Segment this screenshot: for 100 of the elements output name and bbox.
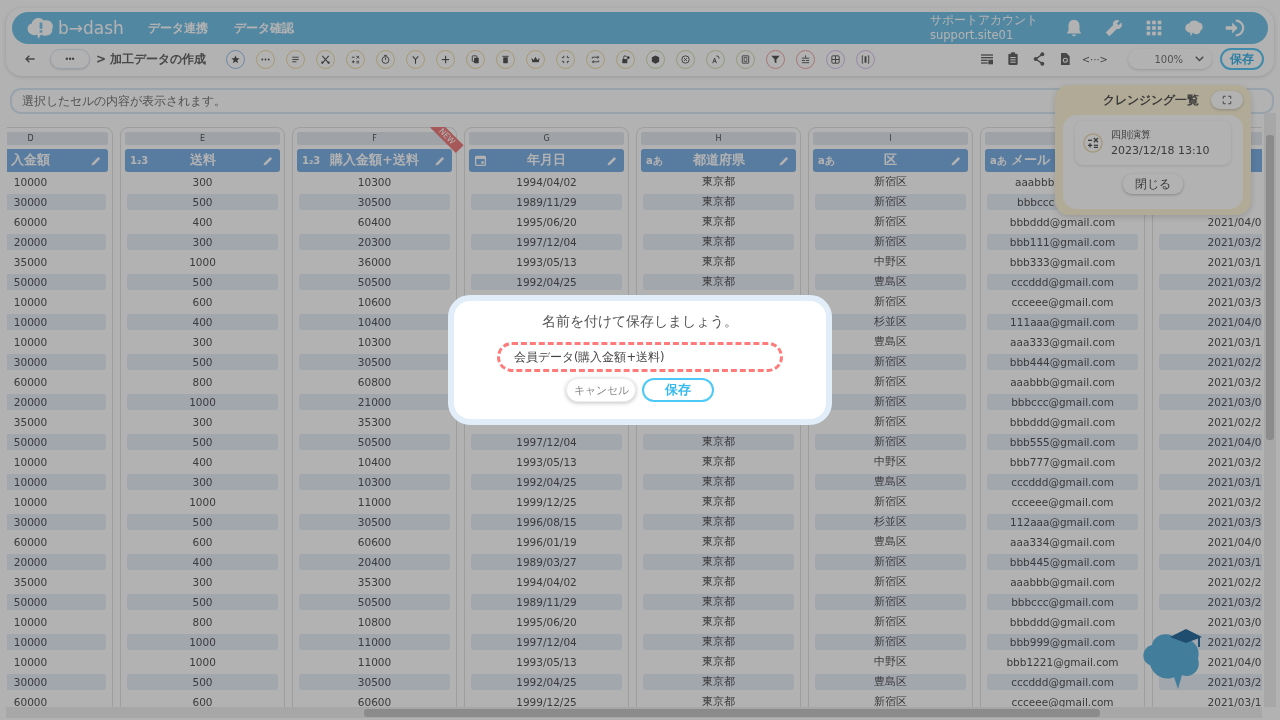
pencil-icon[interactable] [606, 154, 618, 167]
table-cell[interactable]: 2021/03/0 [1207, 616, 1262, 628]
table-cell[interactable]: 2021/02/2 [1207, 576, 1262, 588]
table-cell[interactable]: 杉並区 [874, 515, 907, 529]
code-view-button[interactable]: <···> [1081, 53, 1108, 65]
pencil-icon[interactable] [434, 154, 446, 167]
table-cell[interactable]: 2021/03/1 [1207, 336, 1262, 348]
pencil-icon[interactable] [778, 154, 790, 167]
table-cell[interactable]: 300 [192, 236, 213, 248]
tool-button[interactable] [526, 49, 546, 69]
table-cell[interactable]: 中野区 [874, 655, 907, 669]
table-cell[interactable]: 300 [192, 176, 213, 188]
table-cell[interactable]: 20400 [357, 556, 392, 568]
table-cell[interactable]: 300 [192, 476, 213, 488]
table-cell[interactable]: 600 [192, 696, 213, 707]
tool-button[interactable] [766, 49, 786, 69]
table-cell[interactable]: 東京都 [702, 435, 735, 449]
table-cell[interactable]: aaabbb [1015, 176, 1055, 188]
table-cell[interactable]: 新宿区 [874, 355, 907, 369]
table-cell[interactable]: 東京都 [702, 595, 735, 609]
table-cell[interactable]: 新宿区 [874, 595, 907, 609]
table-cell[interactable]: 1999/12/25 [516, 696, 577, 707]
pencil-icon[interactable] [950, 154, 962, 167]
table-cell[interactable]: 2021/03/1 [1207, 696, 1262, 707]
table-cell[interactable]: 10800 [357, 616, 392, 628]
table-cell[interactable]: 新宿区 [874, 495, 907, 509]
tool-button[interactable] [736, 49, 756, 69]
table-cell[interactable]: 1993/05/13 [516, 656, 577, 668]
table-cell[interactable]: 1993/05/13 [516, 456, 577, 468]
pencil-icon[interactable] [90, 154, 102, 167]
tool-button[interactable] [646, 49, 666, 69]
table-cell[interactable]: bbbddd@gmail.com [1009, 416, 1116, 428]
table-cell[interactable]: 50500 [357, 436, 392, 448]
table-cell[interactable]: 新宿区 [874, 195, 907, 209]
table-cell[interactable]: 500 [192, 436, 213, 448]
table-cell[interactable]: 35300 [357, 416, 392, 428]
tool-button[interactable] [556, 49, 576, 69]
vertical-scrollbar[interactable] [1264, 113, 1276, 707]
table-cell[interactable]: 新宿区 [874, 295, 907, 309]
table-cell[interactable]: 10000 [13, 456, 48, 468]
table-cell[interactable]: 東京都 [702, 255, 735, 269]
table-cell[interactable]: 11000 [357, 636, 392, 648]
cancel-button[interactable]: キャンセル [566, 378, 636, 402]
table-cell[interactable]: 2021/03/2 [1207, 376, 1262, 388]
tool-button[interactable] [376, 49, 396, 69]
table-cell[interactable]: 500 [192, 516, 213, 528]
pencil-icon[interactable] [262, 154, 274, 167]
table-cell[interactable]: 10400 [357, 456, 392, 468]
table-cell[interactable]: 東京都 [702, 495, 735, 509]
table-cell[interactable]: 30500 [357, 356, 392, 368]
table-cell[interactable]: bbbddd@gmail.com [1009, 216, 1116, 228]
table-cell[interactable]: 東京都 [702, 635, 735, 649]
tool-button[interactable] [466, 49, 486, 69]
table-cell[interactable]: 60000 [13, 216, 48, 228]
table-cell[interactable]: 400 [192, 316, 213, 328]
table-cell[interactable]: 600 [192, 296, 213, 308]
table-cell[interactable]: 11000 [357, 656, 392, 668]
column-letter[interactable]: E [125, 132, 280, 145]
table-cell[interactable]: 1995/06/20 [516, 616, 577, 628]
table-cell[interactable]: 1993/05/13 [516, 256, 577, 268]
table-cell[interactable]: 豊島区 [874, 675, 907, 689]
table-cell[interactable]: 30500 [357, 516, 392, 528]
table-cell[interactable]: 新宿区 [874, 415, 907, 429]
table-cell[interactable]: 10300 [357, 476, 392, 488]
table-cell[interactable]: 2021/04/0 [1207, 216, 1262, 228]
table-cell[interactable]: 35000 [13, 576, 48, 588]
tool-button[interactable] [586, 49, 606, 69]
table-cell[interactable]: 東京都 [702, 195, 735, 209]
table-cell[interactable]: 800 [192, 376, 213, 388]
table-cell[interactable]: 60400 [357, 216, 392, 228]
table-cell[interactable]: bbb1221@gmail.com [1006, 656, 1119, 668]
table-cell[interactable]: 21000 [357, 396, 392, 408]
column-letter[interactable]: G [469, 132, 624, 145]
zoom-select[interactable]: 100% [1128, 49, 1212, 69]
table-cell[interactable]: 中野区 [874, 255, 907, 269]
table-cell[interactable]: 2021/03/2 [1207, 496, 1262, 508]
table-cell[interactable]: 豊島区 [874, 275, 907, 289]
table-cell[interactable]: 10000 [13, 176, 48, 188]
table-cell[interactable]: 2021/04/0 [1207, 536, 1262, 548]
tool-button[interactable] [286, 49, 306, 69]
table-cell[interactable]: 1994/04/02 [516, 576, 577, 588]
close-button[interactable]: 閉じる [1123, 174, 1183, 194]
table-cell[interactable]: 新宿区 [874, 395, 907, 409]
table-cell[interactable]: 10000 [13, 616, 48, 628]
table-cell[interactable]: 400 [192, 556, 213, 568]
table-cell[interactable]: 36000 [357, 256, 392, 268]
tool-button[interactable] [616, 49, 636, 69]
table-cell[interactable]: 10600 [357, 296, 392, 308]
table-cell[interactable]: 東京都 [702, 675, 735, 689]
table-cell[interactable]: 豊島区 [874, 535, 907, 549]
table-cell[interactable]: 35000 [13, 416, 48, 428]
table-cell[interactable]: 東京都 [702, 275, 735, 289]
breadcrumb-more-button[interactable]: ••• [50, 49, 90, 69]
table-cell[interactable]: 400 [192, 216, 213, 228]
column-letter[interactable]: I [813, 132, 968, 145]
table-cell[interactable]: 500 [192, 596, 213, 608]
table-cell[interactable]: bbb777@gmail.com [1009, 456, 1116, 468]
table-cell[interactable]: 杉並区 [874, 315, 907, 329]
tool-button[interactable] [676, 49, 696, 69]
table-cell[interactable]: 東京都 [702, 215, 735, 229]
